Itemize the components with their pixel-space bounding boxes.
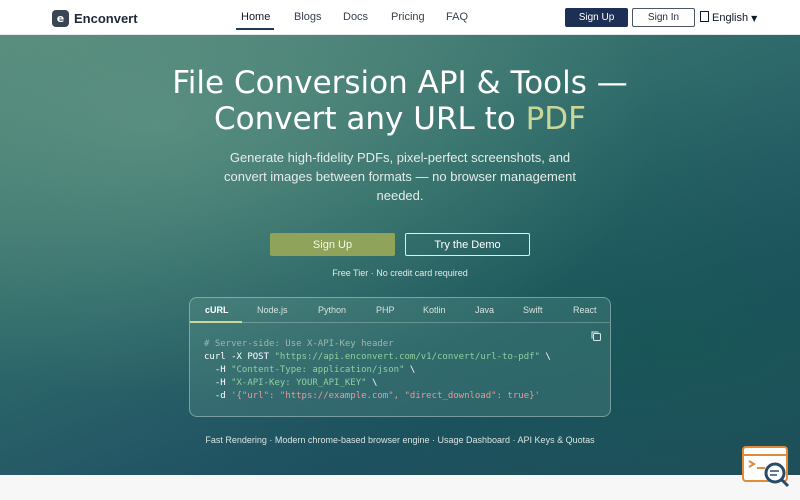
code-json-body: '{"url": "https://example.com", "direct_…	[231, 391, 540, 401]
brand-mark-icon: e	[52, 9, 69, 27]
brand-name: Enconvert	[74, 10, 138, 26]
tab-python[interactable]: Python	[318, 305, 346, 315]
tab-kotlin[interactable]: Kotlin	[423, 305, 446, 315]
nav-home[interactable]: Home	[241, 11, 270, 23]
features-line: Fast Rendering · Modern chrome-based bro…	[205, 435, 595, 445]
code-continuation: \	[404, 365, 416, 375]
code-header-value: "Content-Type: application/json"	[231, 365, 405, 375]
nav-pricing[interactable]: Pricing	[391, 11, 425, 23]
code-continuation: \	[539, 352, 551, 362]
active-tab-indicator	[190, 321, 242, 323]
nav-active-indicator	[236, 28, 274, 30]
code-continuation: \	[366, 378, 378, 388]
nav-blogs[interactable]: Blogs	[294, 11, 322, 23]
hero-title: File Conversion API & Tools — Convert an…	[0, 65, 800, 137]
language-tabs: cURL Node.js Python PHP Kotlin Java Swif…	[190, 298, 610, 323]
hero-title-highlight: PDF	[525, 101, 586, 137]
header-signup-button[interactable]: Sign Up	[565, 8, 628, 27]
code-header-value: "X-API-Key: YOUR_API_KEY"	[231, 378, 367, 388]
language-selector[interactable]: English ▼	[700, 11, 757, 25]
tab-react[interactable]: React	[573, 305, 597, 315]
next-section-strip	[0, 475, 800, 500]
tab-nodejs[interactable]: Node.js	[257, 305, 288, 315]
chat-search-icon[interactable]	[741, 445, 791, 490]
chevron-down-icon: ▼	[751, 13, 758, 23]
hero-subtitle: Generate high-fidelity PDFs, pixel-perfe…	[224, 150, 576, 203]
free-tier-note: Free Tier · No credit card required	[332, 268, 468, 278]
tab-swift[interactable]: Swift	[523, 305, 543, 315]
nav-faq[interactable]: FAQ	[446, 11, 468, 23]
tab-php[interactable]: PHP	[376, 305, 395, 315]
copy-icon[interactable]	[590, 330, 602, 342]
code-flag: -H	[204, 365, 232, 375]
hero-signup-button[interactable]: Sign Up	[270, 233, 395, 256]
hero-title-line1: File Conversion API & Tools —	[172, 65, 628, 101]
top-navbar: e Enconvert Home Blogs Docs Pricing FAQ …	[0, 0, 800, 35]
brand-logo[interactable]: e Enconvert	[52, 9, 138, 27]
hero-section: File Conversion API & Tools — Convert an…	[0, 35, 800, 475]
nav-docs[interactable]: Docs	[343, 11, 368, 23]
header-signin-button[interactable]: Sign In	[632, 8, 695, 27]
code-url: "https://api.enconvert.com/v1/convert/ur…	[274, 352, 540, 362]
tab-java[interactable]: Java	[475, 305, 494, 315]
code-flag: -d	[204, 391, 232, 401]
globe-icon	[700, 11, 709, 25]
tab-curl[interactable]: cURL	[205, 305, 229, 315]
code-sample-card: cURL Node.js Python PHP Kotlin Java Swif…	[189, 297, 611, 417]
try-demo-button[interactable]: Try the Demo	[405, 233, 530, 256]
code-cmd: curl -X POST	[204, 352, 275, 362]
language-label: English	[712, 12, 749, 24]
code-comment: # Server-side: Use X-API-Key header	[204, 339, 394, 349]
code-flag: -H	[204, 378, 232, 388]
hero-title-line2: Convert any URL to	[213, 101, 526, 137]
code-block: # Server-side: Use X-API-Key header curl…	[204, 338, 551, 403]
